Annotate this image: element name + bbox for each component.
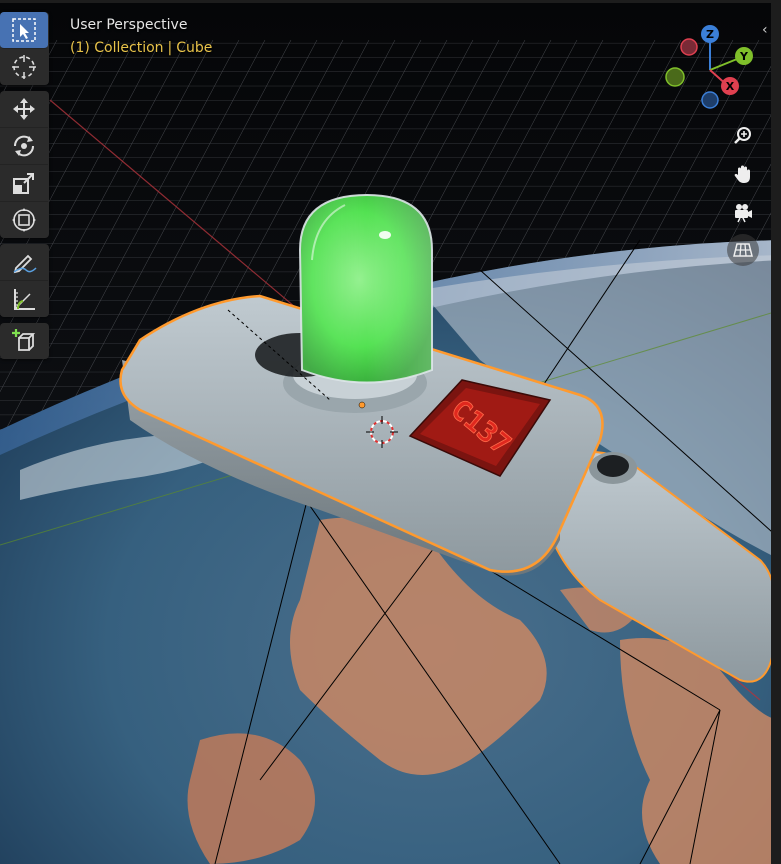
toolbar <box>0 12 49 365</box>
annotate-tool[interactable] <box>0 244 48 281</box>
ruler-icon <box>14 289 35 310</box>
zoom-button[interactable] <box>727 120 759 152</box>
add-cube-tool[interactable] <box>0 323 48 359</box>
object-origin[interactable] <box>358 401 366 409</box>
select-box-tool[interactable] <box>0 12 48 49</box>
view-name: User Perspective <box>70 17 188 33</box>
camera-view-button[interactable] <box>727 196 759 228</box>
perspective-toggle-button[interactable] <box>727 234 759 266</box>
navigation-tools <box>727 120 759 272</box>
tool-group-add <box>0 323 49 359</box>
scale-tool[interactable] <box>0 165 48 202</box>
move-tool[interactable] <box>0 91 48 128</box>
active-collection-label: (1) Collection | Cube <box>70 40 212 56</box>
3d-viewport[interactable]: C137 User Perspective (1) Collection | Cub… <box>0 0 781 864</box>
gizmo-y-label: Y <box>739 50 749 63</box>
transform-tool[interactable] <box>0 202 48 238</box>
gizmo-z-label: Z <box>706 28 714 41</box>
pencil-icon <box>13 254 37 274</box>
separator: | <box>167 40 173 56</box>
measure-tool[interactable] <box>0 281 48 317</box>
transform-icon <box>12 208 36 232</box>
hand-pan-icon <box>734 165 750 183</box>
gizmo-x-label: X <box>726 80 735 93</box>
collection-text: (1) Collection <box>70 40 164 56</box>
gizmo-neg-z[interactable] <box>701 91 719 109</box>
viewport-scene[interactable]: C137 <box>0 0 781 864</box>
rotate-tool[interactable] <box>0 128 48 165</box>
cursor-arrow-icon <box>12 18 36 42</box>
viewport-top-edge <box>0 0 781 3</box>
3d-cursor-icon <box>12 55 36 79</box>
move-arrows-icon <box>13 98 35 120</box>
active-object-name: Cube <box>176 40 213 56</box>
rotate-icon <box>13 135 35 157</box>
tool-group-annotate <box>0 244 49 317</box>
tool-group-select <box>0 12 49 85</box>
cursor-tool[interactable] <box>0 49 48 85</box>
tool-group-transform <box>0 91 49 238</box>
scale-icon <box>13 173 34 194</box>
zoom-icon <box>734 127 751 144</box>
navigation-gizmo[interactable]: Z Y X <box>658 20 758 120</box>
grid-perspective-icon <box>733 243 753 257</box>
gizmo-neg-y[interactable] <box>665 67 685 87</box>
gizmo-neg-x[interactable] <box>680 38 698 56</box>
viewport-right-edge <box>771 0 781 864</box>
pan-button[interactable] <box>727 158 759 190</box>
sidebar-toggle-chevron-icon[interactable]: ‹ <box>762 22 768 38</box>
add-cube-icon <box>12 329 36 351</box>
camera-icon <box>735 204 752 223</box>
